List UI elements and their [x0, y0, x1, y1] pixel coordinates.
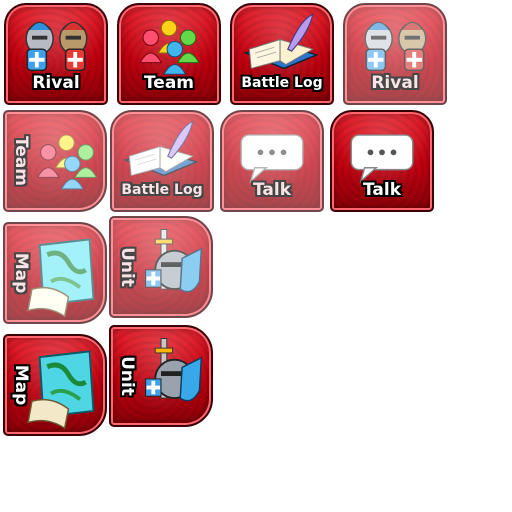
- battle-log-label: Battle Log: [121, 182, 203, 198]
- talk-button[interactable]: Talk: [330, 110, 434, 212]
- unit-label: Unit: [117, 247, 137, 287]
- team-button-vertical[interactable]: Team: [3, 110, 107, 212]
- map-button-inactive[interactable]: Map: [3, 222, 107, 324]
- team-label: Team: [11, 135, 31, 187]
- unit-button[interactable]: Unit: [109, 325, 213, 427]
- battle-log-label: Battle Log: [241, 75, 323, 91]
- rival-label: Rival: [371, 73, 419, 93]
- battle-log-button[interactable]: Battle Log: [230, 3, 334, 105]
- map-button[interactable]: Map: [3, 334, 107, 436]
- rival-button[interactable]: Rival: [4, 3, 108, 105]
- battle-log-button-inactive[interactable]: Battle Log: [110, 110, 214, 212]
- talk-label: Talk: [252, 180, 291, 200]
- map-label: Map: [11, 364, 31, 406]
- unit-label: Unit: [117, 356, 137, 396]
- team-button[interactable]: Team: [117, 3, 221, 105]
- unit-button-inactive[interactable]: Unit: [109, 216, 213, 318]
- talk-label: Talk: [362, 180, 401, 200]
- rival-label: Rival: [32, 73, 80, 93]
- team-label: Team: [143, 73, 195, 93]
- talk-button-inactive[interactable]: Talk: [220, 110, 324, 212]
- map-label: Map: [11, 252, 31, 294]
- rival-button-inactive[interactable]: Rival: [343, 3, 447, 105]
